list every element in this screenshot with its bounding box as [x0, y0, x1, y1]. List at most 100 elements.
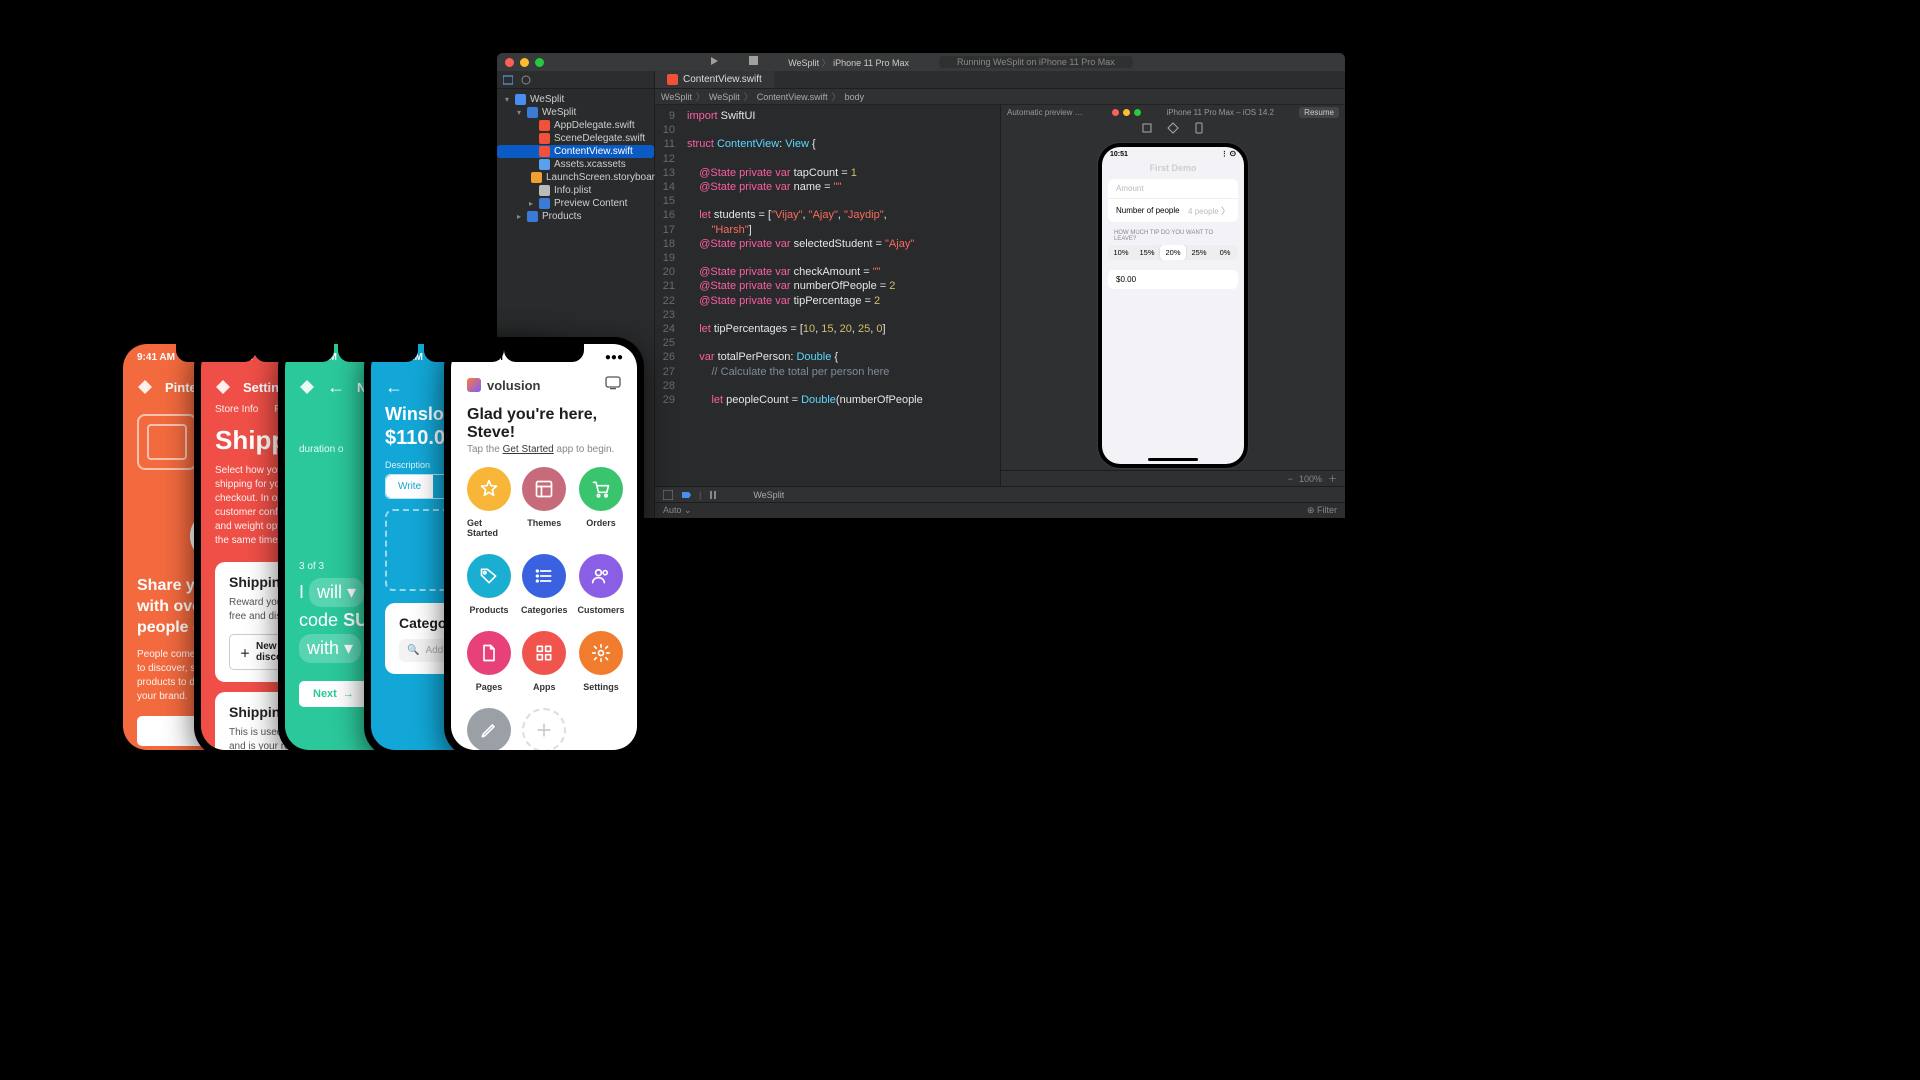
source-control-icon	[521, 75, 531, 85]
zoom-out-icon[interactable]: −	[1288, 474, 1293, 484]
people-picker[interactable]: Number of people 4 people 〉	[1108, 199, 1238, 222]
device-settings-icon[interactable]	[1193, 122, 1205, 134]
logo-mark-icon	[467, 378, 481, 392]
resume-button[interactable]: Resume	[1299, 107, 1339, 118]
nav-item-scenedelegate-swift[interactable]: SceneDelegate.swift	[497, 132, 654, 145]
arrow-right-icon: →	[343, 688, 354, 700]
jumpbar-segment[interactable]: WeSplit	[661, 92, 692, 102]
sub-instruction: Tap the Get Started app to begin.	[451, 444, 637, 467]
editor-tab[interactable]: ContentView.swift	[655, 71, 774, 88]
jumpbar-segment[interactable]: body	[845, 92, 865, 102]
tip-segment-20%[interactable]: 20%	[1160, 245, 1186, 260]
app-orders[interactable]: Orders	[578, 467, 625, 538]
editor-pane: WeSplit〉WeSplit〉ContentView.swift〉body 9…	[655, 89, 1345, 518]
cart-icon	[579, 467, 623, 511]
live-preview-icon[interactable]	[1167, 122, 1179, 134]
app-pages[interactable]: Pages	[467, 631, 511, 692]
next-button[interactable]: Next →	[299, 681, 368, 707]
dropdown-will[interactable]: will ▾	[309, 578, 364, 607]
nav-item-products[interactable]: ▸Products	[497, 210, 654, 223]
nav-item-preview-content[interactable]: ▸Preview Content	[497, 197, 654, 210]
app-add-an-app[interactable]: Add an App	[521, 708, 568, 750]
zoom-window-button[interactable]	[535, 58, 544, 67]
folder-nav-icon	[503, 75, 513, 85]
gear-icon	[579, 631, 623, 675]
nav-item-contentview-swift[interactable]: ContentView.swift	[497, 145, 654, 158]
amount-field[interactable]: Amount	[1108, 179, 1238, 199]
jump-bar[interactable]: WeSplit〉WeSplit〉ContentView.swift〉body	[655, 89, 1345, 105]
dropdown-with[interactable]: with ▾	[299, 634, 361, 663]
volusion-logo: volusion	[467, 378, 540, 393]
tip-segment-15%[interactable]: 15%	[1134, 245, 1160, 260]
wifi-icon: ⋮ ⵙ	[1221, 150, 1236, 158]
app-customers[interactable]: Customers	[578, 554, 625, 615]
source-editor[interactable]: 9 10 11 12 13 14 15 16 17 18 19 20 21 22…	[655, 105, 1000, 486]
preview-statusbar: 10:51 ⋮ ⵙ	[1102, 147, 1244, 161]
nav-item-launchscreen-storyboard[interactable]: LaunchScreen.storyboard	[497, 171, 654, 184]
nav-item-assets-xcassets[interactable]: Assets.xcassets	[497, 158, 654, 171]
app-categories[interactable]: Categories	[521, 554, 568, 615]
back-button[interactable]: ←	[385, 377, 403, 398]
filter-field[interactable]: ⊕ Filter	[1307, 505, 1337, 516]
app-label: Products	[469, 605, 508, 615]
plus-icon: ＋	[240, 645, 250, 660]
list-icon	[522, 554, 566, 598]
scheme-selector[interactable]: WeSplit 〉 iPhone 11 Pro Max	[788, 56, 909, 69]
canvas-footer: − 100% ＋	[1001, 470, 1345, 486]
line-gutter: 9 10 11 12 13 14 15 16 17 18 19 20 21 22…	[655, 105, 683, 486]
close-window-button[interactable]	[505, 58, 514, 67]
pause-icon[interactable]	[709, 491, 717, 499]
app-settings[interactable]: Settings	[578, 631, 625, 692]
console-filter-bar: Auto ⌄ ⊕ Filter	[655, 502, 1345, 518]
app-products[interactable]: Products	[467, 554, 511, 615]
app-label: Themes	[527, 518, 561, 528]
app-site-builder[interactable]: Site Builder	[467, 708, 511, 750]
chevron-right-icon: 〉	[1221, 206, 1230, 216]
pin-preview-icon[interactable]	[1141, 122, 1153, 134]
total-per-person: $0.00	[1108, 270, 1238, 289]
app-label: Get Started	[467, 518, 511, 538]
app-label: Pages	[476, 682, 503, 692]
form-section-1: Amount Number of people 4 people 〉	[1108, 179, 1238, 222]
nav-item-info-plist[interactable]: Info.plist	[497, 184, 654, 197]
navigator-selector[interactable]	[497, 71, 655, 88]
cast-icon[interactable]	[605, 376, 621, 395]
xcode-toolbar: WeSplit 〉 iPhone 11 Pro Max Running WeSp…	[647, 53, 1195, 71]
app-get-started[interactable]: Get Started	[467, 467, 511, 538]
tip-segment-10%[interactable]: 10%	[1108, 245, 1134, 260]
stop-button[interactable]	[749, 56, 758, 68]
back-button[interactable]: ←	[327, 377, 345, 398]
app-themes[interactable]: Themes	[521, 467, 568, 538]
source-code[interactable]: import SwiftUI struct ContentView: View …	[683, 105, 1000, 486]
greeting: Glad you're here, Steve!	[451, 400, 637, 444]
tip-segment-0%[interactable]: 0%	[1212, 245, 1238, 260]
scheme-device: iPhone 11 Pro Max	[833, 58, 909, 68]
tab-store-info[interactable]: Store Info	[215, 404, 258, 415]
nav-item-appdelegate-swift[interactable]: AppDelegate.swift	[497, 119, 654, 132]
nav-item-wesplit[interactable]: ▾WeSplit	[497, 93, 654, 106]
file-icon	[467, 631, 511, 675]
tip-segment-control[interactable]: 10%15%20%25%0%	[1108, 245, 1238, 260]
simulator-traffic-lights	[1112, 109, 1141, 116]
app-label: Apps	[533, 682, 556, 692]
tip-section-header: HOW MUCH TIP DO YOU WANT TO LEAVE?	[1102, 230, 1244, 245]
jumpbar-segment[interactable]: ContentView.swift	[757, 92, 828, 102]
tip-segment-25%[interactable]: 25%	[1186, 245, 1212, 260]
jumpbar-segment[interactable]: WeSplit	[709, 92, 740, 102]
zoom-in-icon[interactable]: ＋	[1328, 472, 1337, 485]
debug-target-label: WeSplit	[753, 490, 784, 500]
run-button[interactable]	[709, 56, 719, 69]
preview-iphone: 10:51 ⋮ ⵙ First Demo Amount Number of pe…	[1098, 143, 1248, 468]
breakpoint-icon[interactable]	[681, 490, 691, 500]
nav-item-wesplit[interactable]: ▾WeSplit	[497, 106, 654, 119]
xcode-titlebar: WeSplit 〉 iPhone 11 Pro Max Running WeSp…	[497, 53, 1345, 71]
zoom-level[interactable]: 100%	[1299, 474, 1322, 484]
auto-filter[interactable]: Auto ⌄	[663, 505, 692, 516]
users-icon	[579, 554, 623, 598]
minimize-window-button[interactable]	[520, 58, 529, 67]
app-label: Orders	[586, 518, 616, 528]
editor-tab-bar: ContentView.swift	[497, 71, 1345, 89]
app-apps[interactable]: Apps	[521, 631, 568, 692]
plus-icon	[522, 708, 566, 750]
hide-debug-icon[interactable]	[663, 490, 673, 500]
